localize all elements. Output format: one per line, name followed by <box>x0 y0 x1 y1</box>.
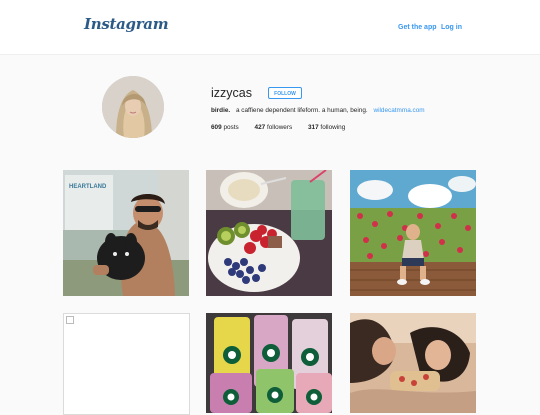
post-tile-1[interactable]: HEARTLAND <box>63 170 189 296</box>
followers-stat[interactable]: 427 followers <box>255 124 294 131</box>
profile-bio: birdie. a caffiene dependent lifeform. a… <box>211 107 425 114</box>
profile-avatar[interactable] <box>102 76 164 138</box>
get-the-app-link[interactable]: Get the app <box>398 24 437 31</box>
post-tile-4[interactable] <box>63 313 190 415</box>
profile-username: izzycas <box>211 86 252 100</box>
following-label: following <box>320 124 346 131</box>
followers-count: 427 <box>254 124 266 131</box>
post-1-sign-text: HEARTLAND <box>69 184 107 190</box>
broken-image-icon <box>66 316 74 324</box>
following-stat[interactable]: 317 following <box>308 124 345 131</box>
bio-name: birdie. <box>211 107 231 114</box>
posts-stat: 609 posts <box>211 124 241 131</box>
posts-count: 609 <box>211 124 222 131</box>
post-tile-3[interactable] <box>350 170 476 296</box>
bio-website-link[interactable]: wildecatmma.com <box>373 107 424 114</box>
top-nav: Instagram Get the app Log in <box>0 0 540 55</box>
instagram-logo[interactable]: Instagram <box>84 15 169 33</box>
following-count: 317 <box>307 124 319 131</box>
post-tile-2[interactable] <box>206 170 332 296</box>
post-tile-5[interactable] <box>206 313 332 413</box>
log-in-link[interactable]: Log in <box>441 24 462 31</box>
post-tile-6[interactable] <box>350 313 476 413</box>
profile-stats: 609 posts 427 followers 317 following <box>211 124 359 131</box>
followers-label: followers <box>266 124 293 131</box>
follow-button[interactable]: FOLLOW <box>268 87 302 99</box>
bio-text: a caffiene dependent lifeform. a human, … <box>235 107 368 114</box>
posts-label: posts <box>223 124 239 131</box>
